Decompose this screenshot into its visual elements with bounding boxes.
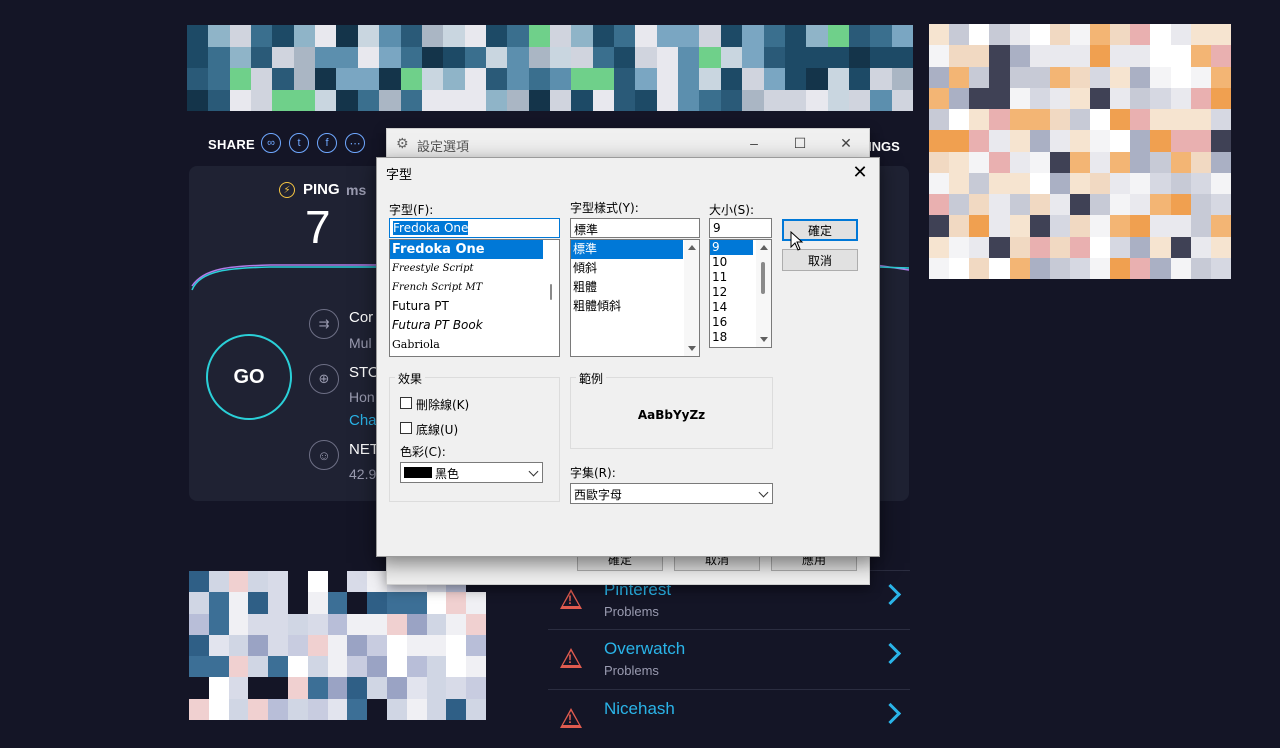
font-list-item[interactable]: French Script MT: [390, 278, 559, 297]
size-list-item[interactable]: 9: [710, 240, 753, 255]
outage-row-overwatch[interactable]: ! Overwatch Problems: [548, 629, 910, 688]
maximize-button[interactable]: ☐: [777, 129, 823, 157]
ping-label: PING: [303, 181, 340, 198]
settings-dialog-title: 設定選項: [417, 139, 470, 154]
outage-title: Nicehash: [604, 699, 675, 718]
chevron-down-icon: [758, 487, 769, 498]
font-style-list[interactable]: 標準 傾斜 粗體 粗體傾斜: [570, 239, 700, 357]
link-icon[interactable]: ∞: [261, 133, 281, 153]
ping-icon: ⚡: [279, 182, 295, 198]
sample-label: 範例: [576, 370, 607, 387]
color-swatch: [404, 467, 432, 478]
server-title: STO: [349, 364, 380, 381]
font-list-scrollbar[interactable]: [544, 240, 559, 356]
font-list-item[interactable]: Gabriola: [390, 335, 559, 354]
strikeout-checkbox[interactable]: [400, 397, 412, 409]
style-label: 字型樣式(Y):: [570, 201, 639, 215]
font-list[interactable]: Fredoka One Freestyle Script French Scri…: [389, 239, 560, 357]
font-size-input[interactable]: 9: [709, 218, 772, 238]
size-label: 大小(S):: [709, 203, 755, 217]
style-list-item[interactable]: 標準: [571, 240, 683, 259]
settings-link[interactable]: INGS: [868, 139, 900, 154]
chevron-right-icon: [879, 583, 902, 606]
user-icon: ☺: [309, 440, 339, 470]
sample-group: AaBbYyZz: [570, 377, 773, 449]
font-label: 字型(F):: [389, 203, 434, 217]
font-list-item[interactable]: Freestyle Script: [390, 259, 559, 278]
color-select[interactable]: 黑色: [400, 462, 543, 483]
network-sub: 42.9: [349, 466, 377, 482]
outage-title: Overwatch: [604, 639, 686, 658]
script-label: 字集(R):: [570, 466, 616, 480]
close-icon[interactable]: ✕: [847, 160, 873, 184]
cancel-button[interactable]: 取消: [782, 249, 858, 271]
color-value: 黑色: [435, 467, 460, 481]
chevron-down-icon: [528, 466, 539, 477]
change-server-link[interactable]: Cha: [349, 412, 377, 429]
size-list-scrollbar[interactable]: [756, 240, 771, 347]
script-select[interactable]: 西歐字母: [570, 483, 773, 504]
gear-icon: ⚙: [396, 135, 409, 151]
effects-label: 效果: [395, 370, 426, 387]
server-sub: Hon: [349, 389, 375, 405]
facebook-icon[interactable]: f: [317, 133, 337, 153]
chevron-right-icon: [879, 642, 902, 665]
twitter-icon[interactable]: t: [289, 133, 309, 153]
font-name-input[interactable]: Fredoka One: [389, 218, 560, 238]
script-value: 西歐字母: [574, 488, 623, 502]
underline-checkbox[interactable]: [400, 422, 412, 434]
underline-label: 底線(U): [416, 423, 459, 437]
chevron-right-icon: [879, 702, 902, 725]
font-style-input[interactable]: 標準: [570, 218, 700, 238]
close-button[interactable]: ✕: [823, 129, 869, 157]
font-list-item[interactable]: Futura PT: [390, 297, 559, 316]
ping-graph-right: [876, 264, 910, 271]
style-list-item[interactable]: 傾斜: [571, 259, 699, 278]
font-dialog: 字型 ✕ 字型(F): Fredoka One Fredoka One Free…: [376, 157, 880, 557]
blurred-image-right: [929, 24, 1231, 279]
outage-row-nicehash[interactable]: ! Nicehash: [548, 689, 910, 748]
style-list-item[interactable]: 粗體傾斜: [571, 297, 699, 316]
connections-title: Cor: [349, 309, 374, 326]
connections-sub: Mul: [349, 335, 372, 351]
network-title: NET: [349, 441, 379, 458]
font-size-list[interactable]: 9 10 11 12 14 16 18: [709, 239, 772, 348]
blurred-image-top: [187, 25, 913, 111]
go-button[interactable]: GO: [206, 334, 292, 420]
style-list-scrollbar[interactable]: [684, 240, 699, 356]
share-label: SHARE: [208, 137, 256, 152]
strikeout-label: 刪除線(K): [416, 398, 470, 412]
font-dialog-title: 字型: [386, 168, 413, 183]
color-label: 色彩(C):: [400, 445, 446, 459]
ping-value: 7: [305, 201, 331, 253]
mouse-cursor-icon: [790, 231, 804, 251]
connections-icon: ⇉: [309, 309, 339, 339]
font-list-item[interactable]: Futura PT Book: [390, 316, 559, 335]
font-list-item[interactable]: Fredoka One: [390, 240, 543, 259]
ping-unit: ms: [346, 182, 367, 198]
blurred-image-bottom-left: [189, 571, 486, 720]
effects-group: [389, 377, 560, 502]
minimize-button[interactable]: –: [731, 129, 777, 157]
style-list-item[interactable]: 粗體: [571, 278, 699, 297]
outage-status: Problems: [604, 663, 659, 678]
sample-text: AaBbYyZz: [637, 408, 706, 422]
globe-icon: ⊕: [309, 364, 339, 394]
ping-graph-left: [191, 264, 388, 291]
outage-status: Problems: [604, 604, 659, 619]
more-icon[interactable]: ⋯: [345, 133, 365, 153]
